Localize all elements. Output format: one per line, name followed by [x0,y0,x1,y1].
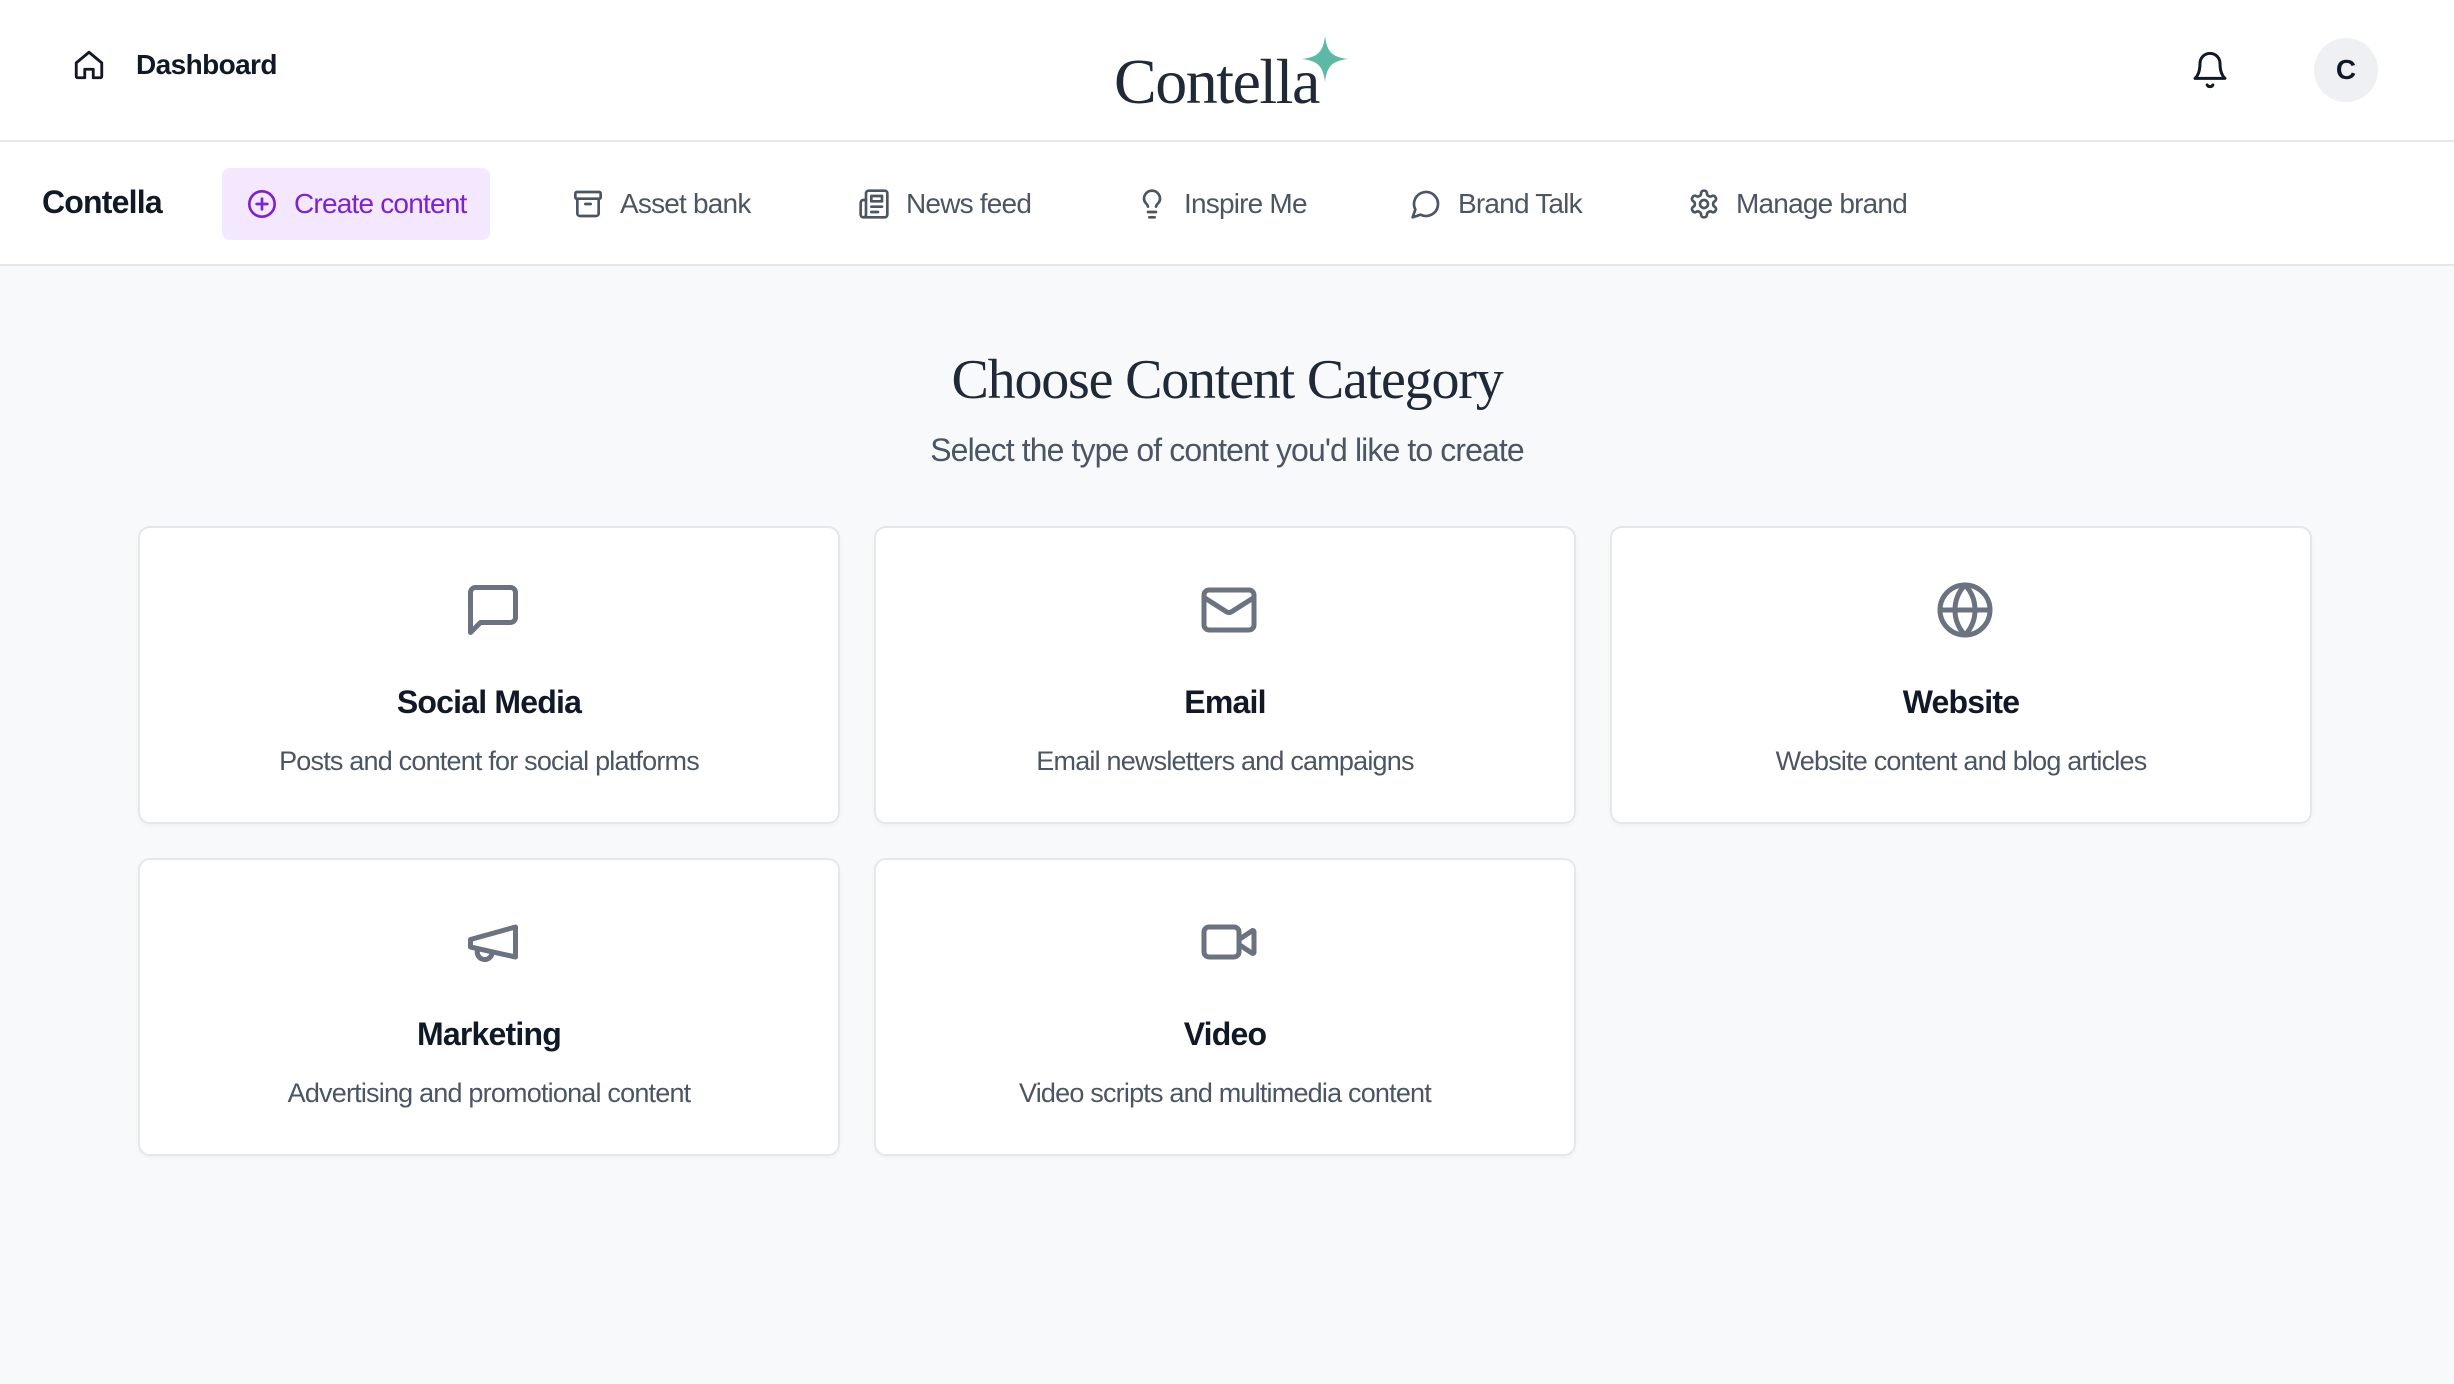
main-nav: Contella Create content Asset bank News … [0,142,2454,266]
card-title: Social Media [396,684,582,720]
page-subtitle: Select the type of content you'd like to… [930,432,1524,468]
nav-news-feed[interactable]: News feed [858,168,1032,240]
message-square-icon [468,585,518,635]
card-description: Website content and blog articles [1775,746,2148,776]
brand-name: Contella [42,184,163,220]
archive-icon [574,190,602,218]
nav-manage-brand[interactable]: Manage brand [1688,168,1908,240]
nav-create-content[interactable]: Create content [222,168,491,240]
category-card-email[interactable]: Email Email newsletters and campaigns [874,526,1576,824]
card-title: Email [1184,684,1266,720]
plus-circle-icon [248,190,276,218]
home-icon [74,50,104,80]
newspaper-icon [859,189,889,219]
mail-icon [1201,587,1257,633]
top-header: Dashboard Contella C [0,0,2454,142]
category-card-marketing[interactable]: Marketing Advertising and promotional co… [138,858,840,1156]
video-camera-icon [1201,924,1257,960]
category-card-social-media[interactable]: Social Media Posts and content for socia… [138,526,840,824]
globe-icon [1937,582,1993,638]
avatar-initial: C [2335,54,2357,85]
user-avatar[interactable]: C [2314,38,2378,102]
nav-create-content-label: Create content [294,188,467,219]
chat-bubble-icon [1411,190,1440,219]
card-description: Posts and content for social platforms [279,746,700,776]
dashboard-link[interactable]: Dashboard [72,48,277,82]
gear-icon [1690,189,1718,219]
category-card-website[interactable]: Website Website content and blog article… [1610,526,2312,824]
card-description: Advertising and promotional content [287,1078,692,1108]
nav-inspire-me[interactable]: Inspire Me [1136,168,1308,240]
megaphone-icon [468,924,518,962]
nav-brand-talk-label: Brand Talk [1458,188,1583,219]
card-description: Video scripts and multimedia content [1019,1078,1432,1108]
nav-manage-brand-label: Manage brand [1736,188,1908,219]
lightbulb-icon [1142,189,1162,219]
sparkle-icon [1302,36,1348,82]
nav-asset-bank-label: Asset bank [620,188,751,219]
category-card-video[interactable]: Video Video scripts and multimedia conte… [874,858,1576,1156]
nav-asset-bank[interactable]: Asset bank [572,168,751,240]
card-title: Marketing [417,1016,562,1052]
nav-inspire-me-label: Inspire Me [1184,188,1308,219]
page-title: Choose Content Category [951,349,1504,411]
logo-text: Contella [1114,46,1320,117]
card-description: Email newsletters and campaigns [1036,746,1414,776]
card-title: Video [1183,1016,1267,1052]
bell-icon[interactable] [2190,50,2230,90]
dashboard-label: Dashboard [136,49,277,80]
nav-news-feed-label: News feed [906,188,1032,219]
contella-logo[interactable]: Contella [1114,30,1354,120]
card-title: Website [1902,684,2020,720]
nav-brand-talk[interactable]: Brand Talk [1410,168,1583,240]
